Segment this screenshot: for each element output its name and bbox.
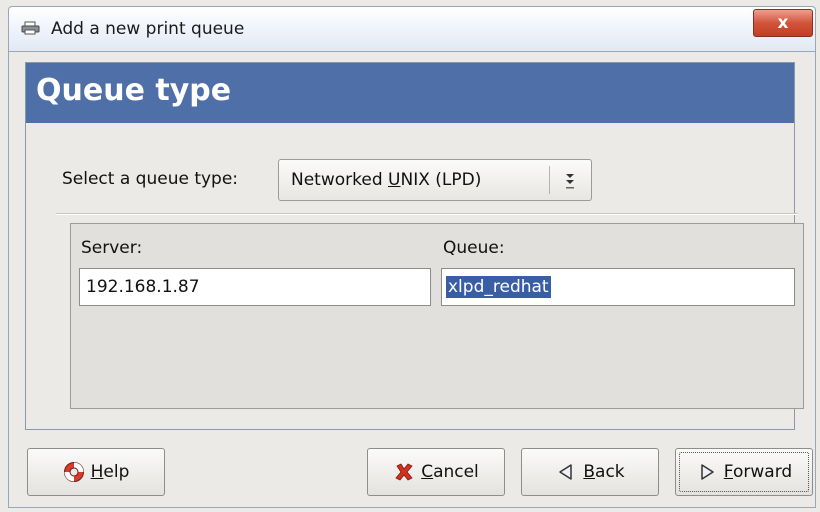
dropdown-arrow-icon bbox=[566, 174, 574, 189]
combo-separator bbox=[549, 166, 550, 194]
page-header: Queue type bbox=[26, 63, 794, 123]
server-label: Server: bbox=[81, 238, 143, 258]
queue-selected-text: xlpd_redhat bbox=[446, 276, 551, 298]
printer-icon bbox=[21, 21, 40, 35]
server-input[interactable] bbox=[79, 268, 431, 306]
cancel-button[interactable]: Cancel bbox=[367, 448, 505, 496]
help-button[interactable]: Help bbox=[27, 448, 165, 496]
lpd-fields-panel: Server: Queue: xlpd_redhat bbox=[70, 223, 804, 409]
queue-type-selected: Networked UNIX (LPD) bbox=[291, 170, 482, 190]
queue-type-label: Select a queue type: bbox=[62, 169, 239, 189]
dialog-body: Queue type Select a queue type: Networke… bbox=[8, 52, 816, 508]
queue-input[interactable]: xlpd_redhat bbox=[441, 268, 795, 306]
back-label: Back bbox=[583, 462, 625, 482]
content-frame: Queue type Select a queue type: Networke… bbox=[25, 62, 804, 430]
separator bbox=[56, 213, 798, 215]
cancel-label: Cancel bbox=[421, 462, 479, 482]
page-title: Queue type bbox=[36, 73, 232, 108]
lifebuoy-icon bbox=[63, 462, 84, 482]
close-icon: x bbox=[777, 13, 789, 33]
close-button[interactable]: x bbox=[753, 9, 813, 37]
queue-type-select[interactable]: Networked UNIX (LPD) bbox=[278, 159, 592, 201]
window-title: Add a new print queue bbox=[51, 19, 245, 39]
right-triangle-icon bbox=[701, 464, 714, 480]
red-x-icon bbox=[395, 463, 413, 481]
help-label: Help bbox=[90, 462, 130, 482]
queue-label: Queue: bbox=[443, 238, 505, 258]
back-button[interactable]: Back bbox=[521, 448, 659, 496]
left-triangle-icon bbox=[559, 464, 573, 480]
forward-button[interactable]: Forward bbox=[675, 448, 813, 496]
window-titlebar: Add a new print queue x bbox=[8, 6, 816, 52]
